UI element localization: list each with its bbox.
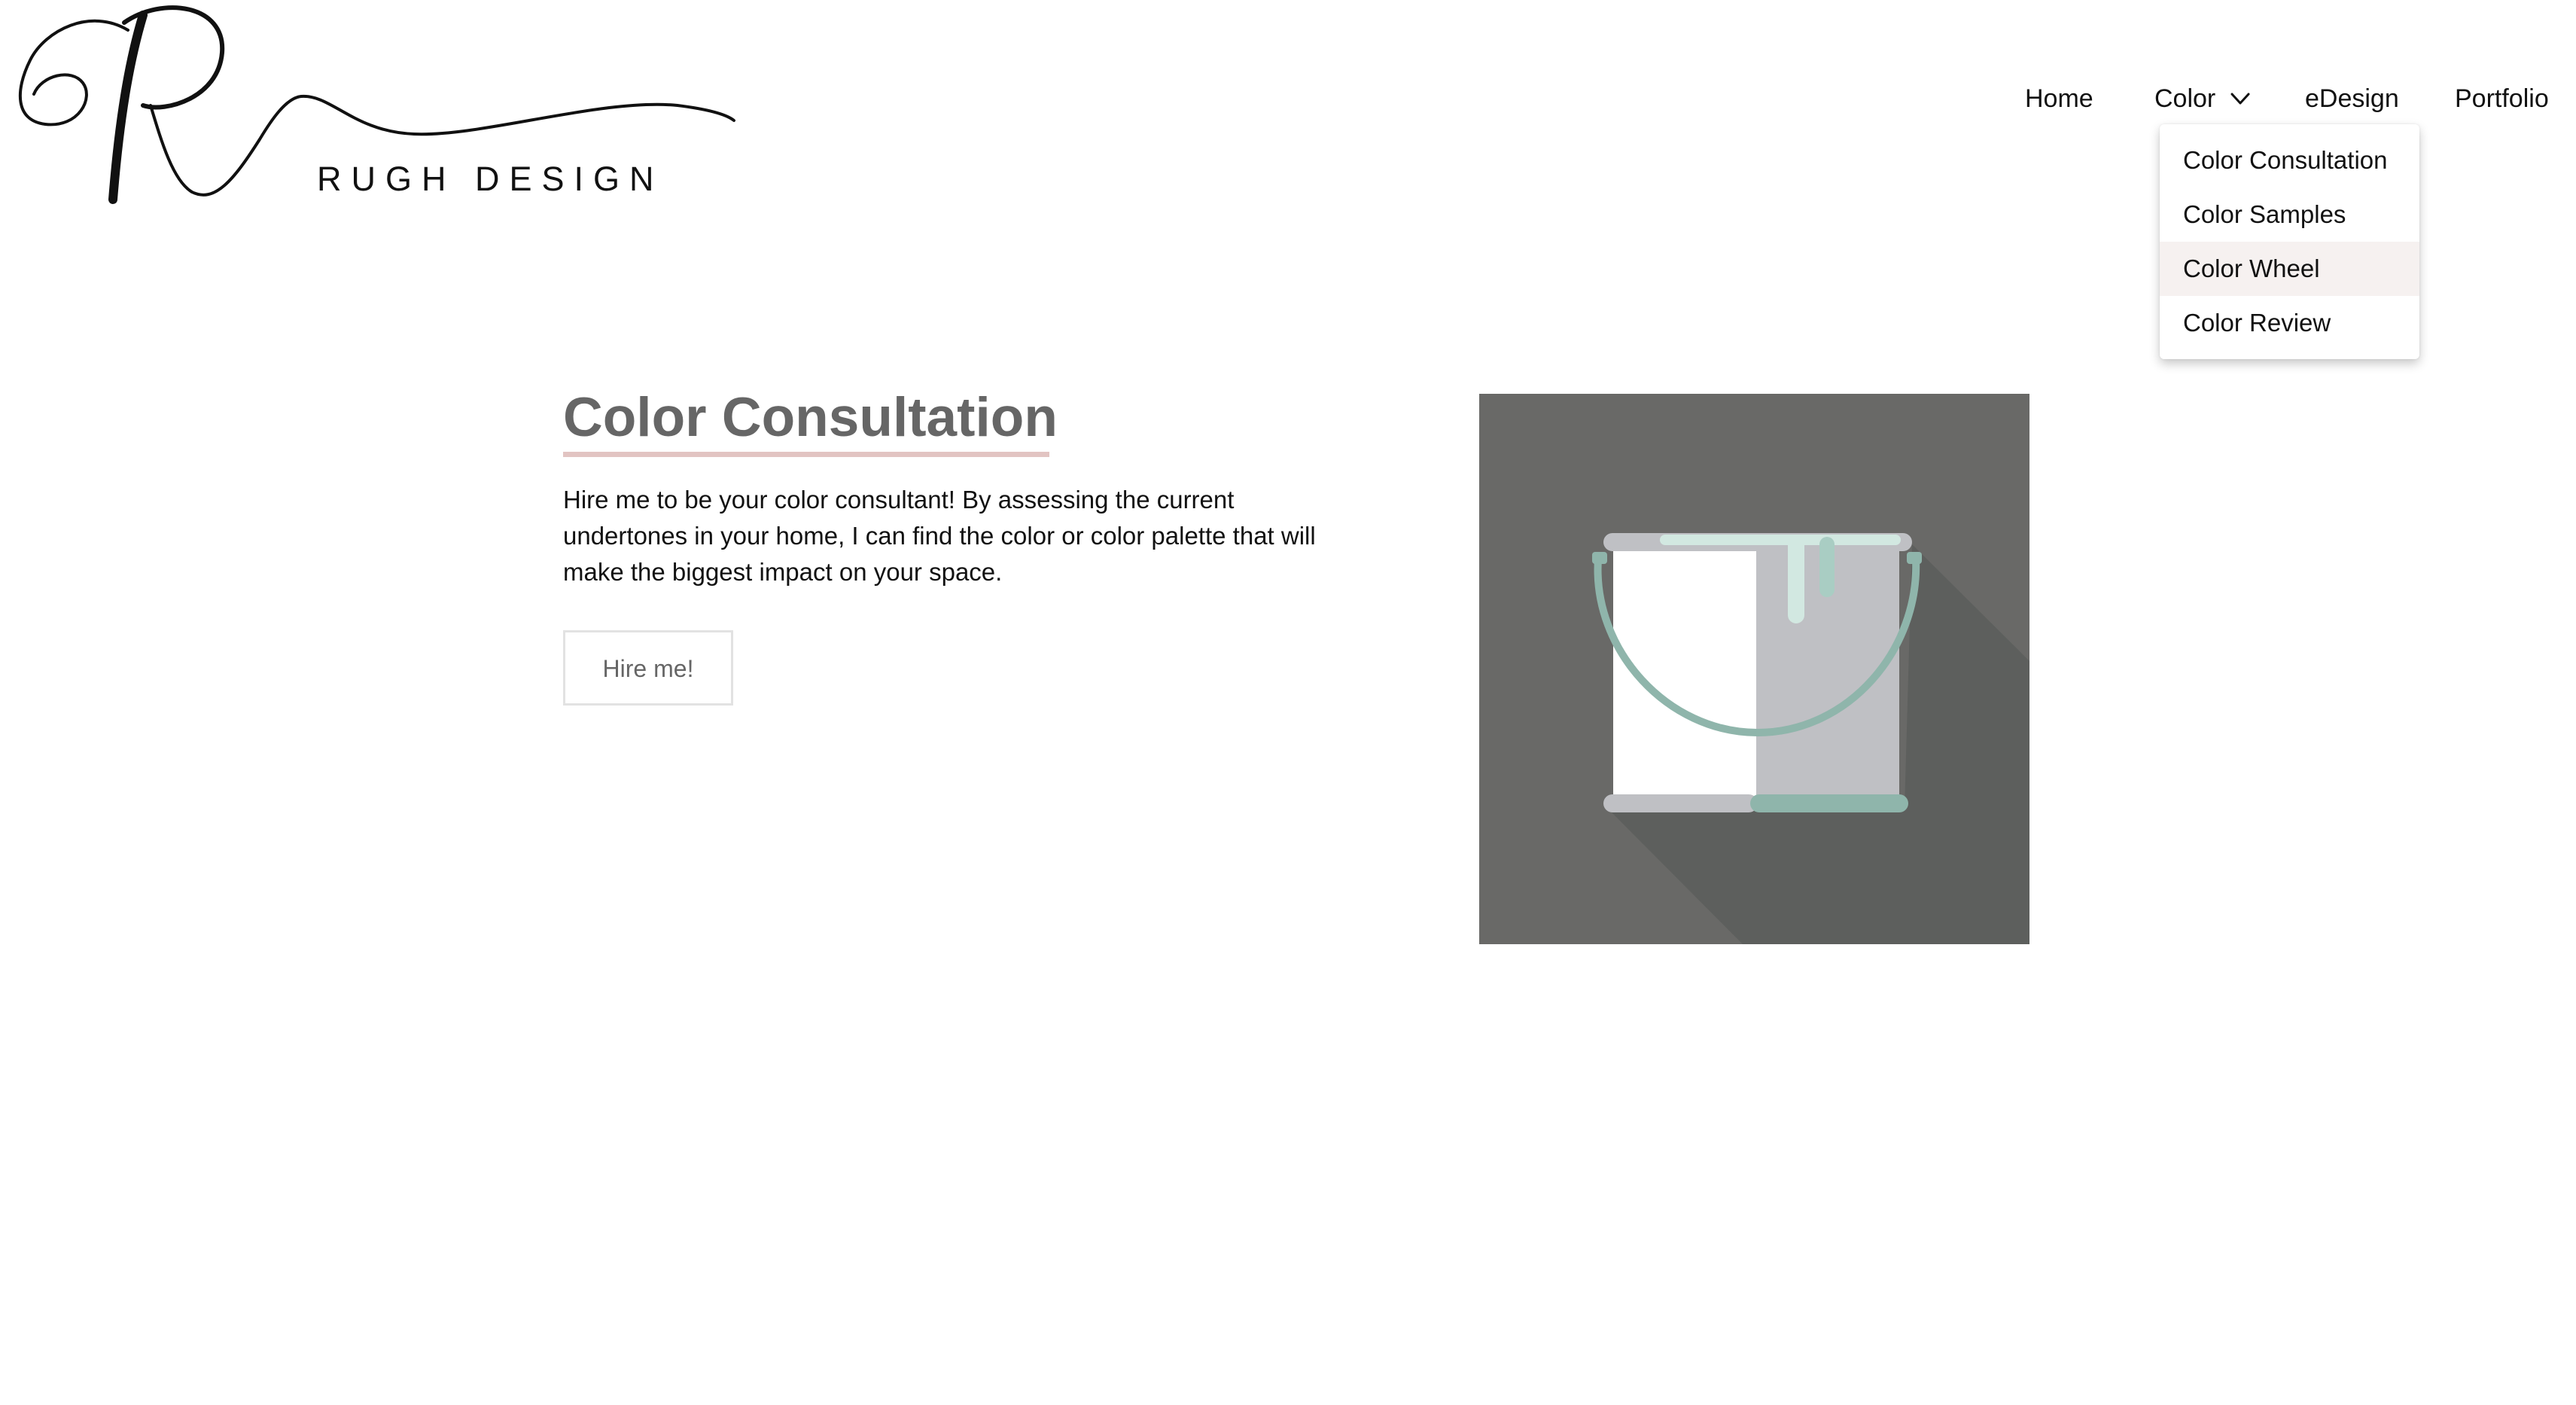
title-underline [563, 452, 1049, 457]
paint-bucket-illustration [1479, 394, 2029, 944]
nav-item-color-label: Color [2154, 84, 2216, 113]
chevron-down-icon [2230, 83, 2250, 112]
hire-me-button[interactable]: Hire me! [563, 630, 733, 706]
dropdown-item-color-samples[interactable]: Color Samples [2160, 187, 2419, 242]
nav-item-portfolio[interactable]: Portfolio [2455, 84, 2549, 114]
page-title: Color Consultation [563, 387, 1058, 448]
nav-item-edesign[interactable]: eDesign [2305, 84, 2399, 114]
dropdown-item-color-wheel[interactable]: Color Wheel [2160, 242, 2419, 296]
nav-item-home[interactable]: Home [2025, 84, 2093, 114]
dropdown-item-color-review[interactable]: Color Review [2160, 296, 2419, 350]
color-dropdown-menu: Color Consultation Color Samples Color W… [2160, 124, 2419, 359]
site-logo[interactable]: RUGH DESIGN [0, 0, 753, 218]
paint-bucket-icon [1479, 394, 2029, 944]
nav-item-color[interactable]: Color [2154, 84, 2250, 115]
dropdown-item-color-consultation[interactable]: Color Consultation [2160, 133, 2419, 187]
logo-wordmark: RUGH DESIGN [317, 160, 664, 198]
page: RUGH DESIGN Home Color eDesign Portfolio… [0, 0, 2576, 1405]
page-description: Hire me to be your color consultant! By … [563, 486, 1316, 586]
